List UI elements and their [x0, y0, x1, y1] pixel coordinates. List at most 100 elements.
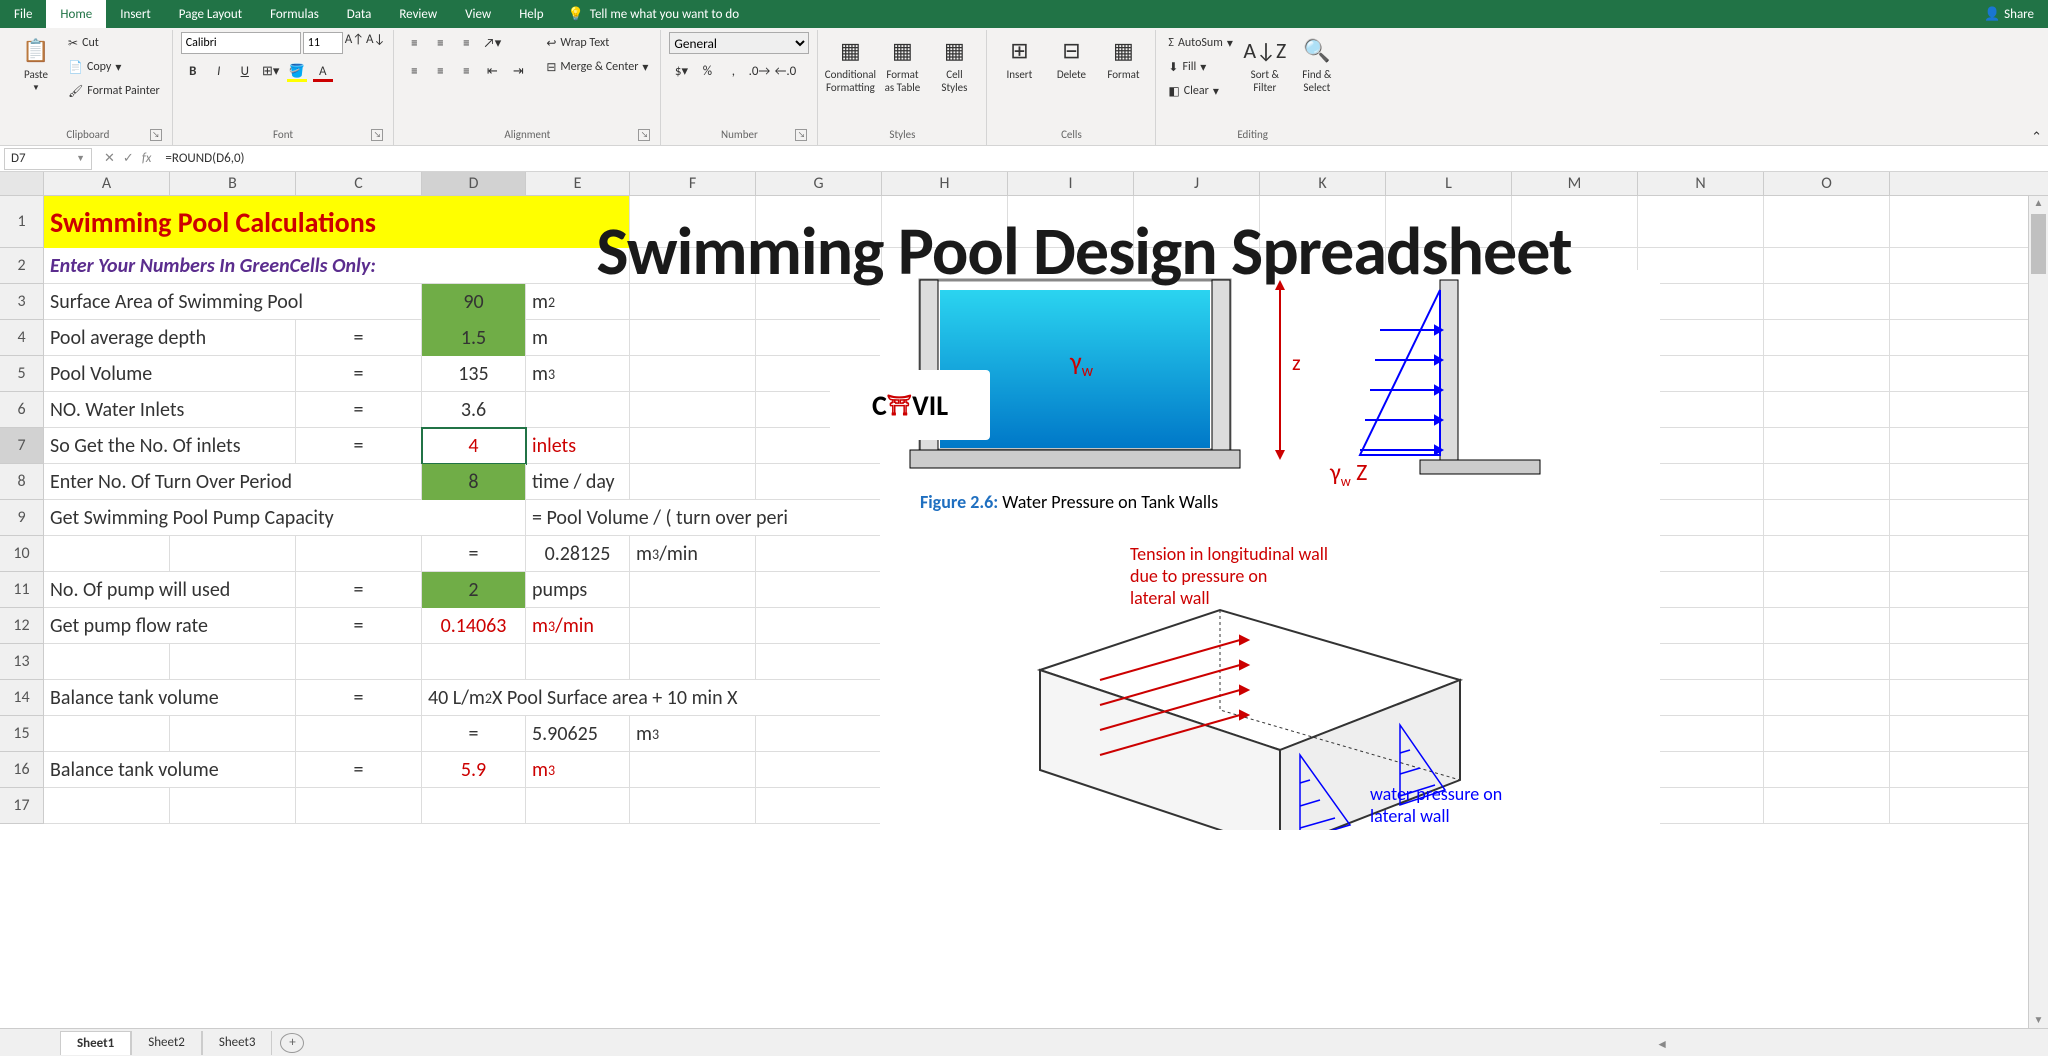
font-size-input[interactable] — [303, 32, 343, 54]
cell-K13[interactable] — [1260, 644, 1386, 680]
select-all-button[interactable] — [0, 172, 44, 195]
cell-M17[interactable] — [1512, 788, 1638, 824]
cell-F5[interactable] — [630, 356, 756, 392]
cell-F11[interactable] — [630, 572, 756, 608]
cell-N16[interactable] — [1638, 752, 1764, 788]
row-header-14[interactable]: 14 — [0, 680, 44, 716]
column-header-I[interactable]: I — [1008, 172, 1134, 195]
cell-G4[interactable] — [756, 320, 882, 356]
cell-O5[interactable] — [1764, 356, 1890, 392]
cell-A8[interactable]: Enter No. Of Turn Over Period — [44, 464, 422, 500]
row-header-7[interactable]: 7 — [0, 428, 44, 464]
cell-A15[interactable] — [44, 716, 170, 752]
cell-D3[interactable]: 90 — [422, 284, 526, 320]
cell-M13[interactable] — [1512, 644, 1638, 680]
cell-N15[interactable] — [1638, 716, 1764, 752]
cell-E4[interactable]: m — [526, 320, 630, 356]
cell-G5[interactable] — [756, 356, 882, 392]
cell-H9[interactable] — [882, 500, 1008, 536]
italic-button[interactable]: I — [207, 60, 231, 82]
cell-B15[interactable] — [170, 716, 296, 752]
decrease-decimal-button[interactable]: ←.0 — [773, 60, 797, 82]
column-header-J[interactable]: J — [1134, 172, 1260, 195]
cell-G2[interactable] — [756, 248, 882, 284]
cell-L5[interactable] — [1386, 356, 1512, 392]
cell-C7[interactable]: = — [296, 428, 422, 464]
cell-K2[interactable] — [1260, 248, 1386, 284]
insert-cells-button[interactable]: ⊞Insert — [995, 32, 1043, 83]
cell-I12[interactable] — [1008, 608, 1134, 644]
cell-J9[interactable] — [1134, 500, 1260, 536]
tab-home[interactable]: Home — [46, 0, 106, 28]
cell-K3[interactable] — [1260, 284, 1386, 320]
cell-I13[interactable] — [1008, 644, 1134, 680]
clear-button[interactable]: ◧Clear ▾ — [1164, 80, 1236, 102]
cell-J6[interactable] — [1134, 392, 1260, 428]
cell-J10[interactable] — [1134, 536, 1260, 572]
cell-A16[interactable]: Balance tank volume — [44, 752, 296, 788]
cell-G13[interactable] — [756, 644, 882, 680]
cell-G6[interactable] — [756, 392, 882, 428]
column-header-H[interactable]: H — [882, 172, 1008, 195]
column-header-N[interactable]: N — [1638, 172, 1764, 195]
cell-I17[interactable] — [1008, 788, 1134, 824]
cell-E3[interactable]: m2 — [526, 284, 630, 320]
cell-D16[interactable]: 5.9 — [422, 752, 526, 788]
cell-K9[interactable] — [1260, 500, 1386, 536]
tab-page-layout[interactable]: Page Layout — [165, 0, 256, 28]
add-sheet-button[interactable]: + — [280, 1033, 304, 1053]
cell-L14[interactable] — [1386, 680, 1512, 716]
fx-icon[interactable]: fx — [142, 151, 152, 166]
cell-I11[interactable] — [1008, 572, 1134, 608]
cell-H12[interactable] — [882, 608, 1008, 644]
cell-F8[interactable] — [630, 464, 756, 500]
cell-F15[interactable]: m3 — [630, 716, 756, 752]
percent-button[interactable]: % — [695, 60, 719, 82]
cell-I6[interactable] — [1008, 392, 1134, 428]
comma-button[interactable]: , — [721, 60, 745, 82]
cell-D7[interactable]: 4 — [422, 428, 526, 464]
cell-G12[interactable] — [756, 608, 882, 644]
tell-me[interactable]: 💡 Tell me what you want to do — [558, 7, 750, 22]
cell-H1[interactable] — [882, 196, 1008, 248]
cell-L3[interactable] — [1386, 284, 1512, 320]
underline-button[interactable]: U — [233, 60, 257, 82]
row-header-10[interactable]: 10 — [0, 536, 44, 572]
cell-M15[interactable] — [1512, 716, 1638, 752]
cell-F2[interactable] — [630, 248, 756, 284]
cell-F6[interactable] — [630, 392, 756, 428]
scroll-left-icon[interactable]: ◄ — [1656, 1037, 1668, 1052]
cell-C16[interactable]: = — [296, 752, 422, 788]
cell-N14[interactable] — [1638, 680, 1764, 716]
cell-O6[interactable] — [1764, 392, 1890, 428]
cell-L11[interactable] — [1386, 572, 1512, 608]
cell-N3[interactable] — [1638, 284, 1764, 320]
cell-G1[interactable] — [756, 196, 882, 248]
cell-F7[interactable] — [630, 428, 756, 464]
font-color-button[interactable]: A — [311, 60, 335, 82]
cell-J2[interactable] — [1134, 248, 1260, 284]
cell-I7[interactable] — [1008, 428, 1134, 464]
cell-O16[interactable] — [1764, 752, 1890, 788]
row-header-9[interactable]: 9 — [0, 500, 44, 536]
cell-N6[interactable] — [1638, 392, 1764, 428]
cell-H14[interactable] — [882, 680, 1008, 716]
column-header-O[interactable]: O — [1764, 172, 1890, 195]
cell-H7[interactable] — [882, 428, 1008, 464]
name-box[interactable]: D7▼ — [4, 148, 92, 170]
wrap-text-button[interactable]: ↩Wrap Text — [542, 32, 652, 54]
cell-C5[interactable]: = — [296, 356, 422, 392]
cell-C17[interactable] — [296, 788, 422, 824]
cell-M8[interactable] — [1512, 464, 1638, 500]
cell-E17[interactable] — [526, 788, 630, 824]
cell-E16[interactable]: m3 — [526, 752, 630, 788]
cell-K11[interactable] — [1260, 572, 1386, 608]
cancel-formula-button[interactable]: ✕ — [104, 151, 115, 166]
column-header-K[interactable]: K — [1260, 172, 1386, 195]
cell-A17[interactable] — [44, 788, 170, 824]
cell-I4[interactable] — [1008, 320, 1134, 356]
cell-M7[interactable] — [1512, 428, 1638, 464]
cell-J14[interactable] — [1134, 680, 1260, 716]
delete-cells-button[interactable]: ⊟Delete — [1047, 32, 1095, 83]
cell-L10[interactable] — [1386, 536, 1512, 572]
